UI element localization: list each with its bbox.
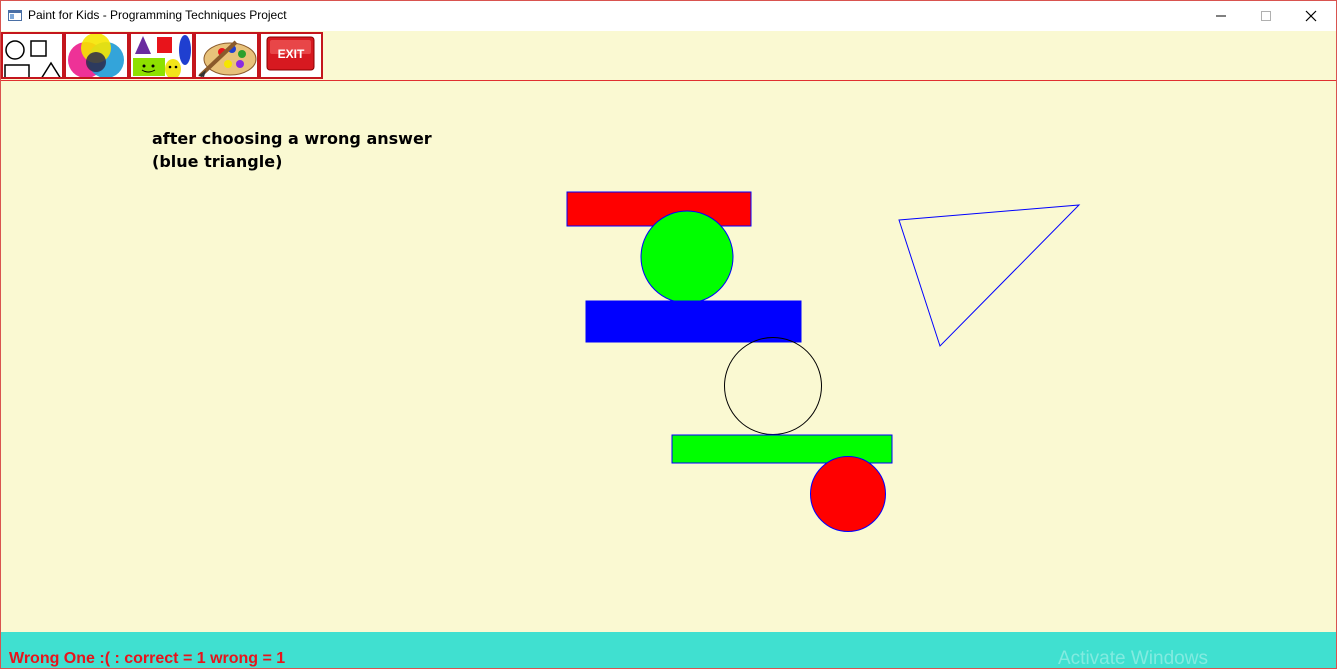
shapes-tool[interactable] (1, 32, 64, 79)
status-message: Wrong One :( : correct = 1 wrong = 1 (9, 650, 286, 667)
minimize-icon (1216, 15, 1226, 17)
activation-watermark: Activate Windows (1058, 648, 1208, 669)
toolbar: EXIT (1, 31, 1336, 81)
maximize-icon (1261, 11, 1271, 21)
app-window: Paint for Kids - Programming Techniques … (0, 0, 1337, 669)
close-icon (1305, 10, 1317, 22)
shapes-layer (566, 191, 1081, 532)
shape-blue-triangle[interactable] (898, 204, 1081, 347)
colors-tool[interactable] (64, 32, 129, 79)
shape-red-circle[interactable] (810, 456, 886, 532)
shape-outline-circle[interactable] (724, 337, 822, 435)
close-button[interactable] (1288, 1, 1334, 31)
palette-brush-icon (198, 40, 257, 77)
app-icon (8, 10, 22, 21)
drawing-canvas[interactable]: after choosing a wrong answer (blue tria… (1, 81, 1336, 632)
minimize-button[interactable] (1198, 1, 1244, 31)
shapes-colors-tool[interactable] (129, 32, 194, 79)
maximize-button[interactable] (1243, 1, 1289, 31)
window-title: Paint for Kids - Programming Techniques … (28, 8, 287, 22)
exit-icon: EXIT (266, 36, 315, 71)
colored-shapes-faces-icon (133, 35, 191, 77)
paint-palette-tool[interactable] (194, 32, 259, 79)
shapes-icon (4, 40, 61, 77)
title-bar[interactable]: Paint for Kids - Programming Techniques … (1, 1, 1336, 31)
shape-blue-rectangle[interactable] (585, 300, 802, 343)
shape-green-circle[interactable] (640, 210, 734, 304)
color-circles-icon (68, 34, 124, 77)
exit-label: EXIT (278, 47, 305, 61)
status-bar: Wrong One :( : correct = 1 wrong = 1 Act… (1, 632, 1336, 668)
exit-tool[interactable]: EXIT (259, 32, 323, 79)
